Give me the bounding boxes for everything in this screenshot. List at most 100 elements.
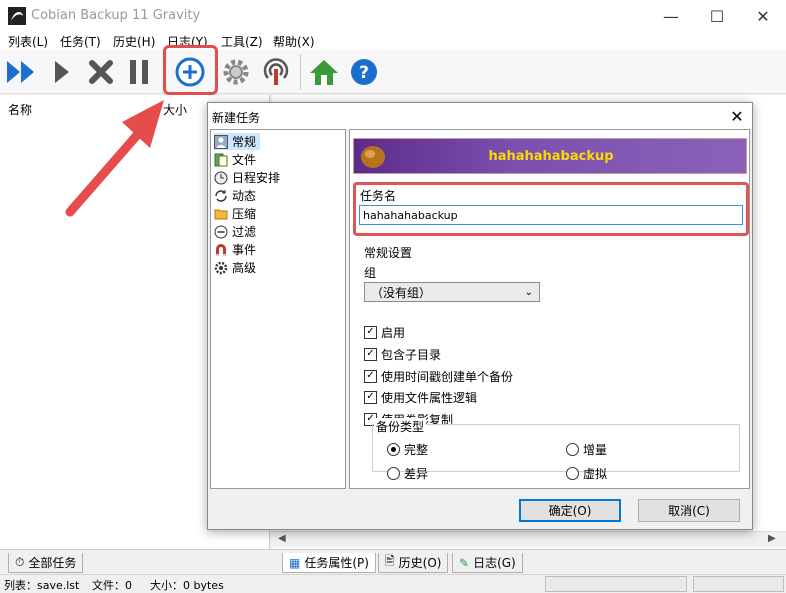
- banner-title: hahahahabackup: [488, 149, 614, 164]
- task-name-input[interactable]: [359, 205, 743, 225]
- nav-item-general[interactable]: 常规: [214, 133, 261, 150]
- nav-label-events: 事件: [232, 243, 257, 257]
- nav-label-schedule: 日程安排: [232, 171, 281, 185]
- status-size: 大小：0 bytes: [150, 579, 224, 592]
- general-settings-group: 常规设置 组 （没有组） ⌄ ✓ 启用 ✓ 包含子目录 ✓ 使用时间戳创建单个备…: [358, 244, 746, 484]
- dialog-nav: 常规 文件 日程安排 动态 压缩 过滤 事件 高级: [210, 129, 346, 489]
- new-task-dialog: 新建任务 ✕ 常规 文件 日程安排 动态 压缩 过滤 事件 高级 hahahah…: [207, 102, 753, 530]
- horizontal-scrollbar[interactable]: ◀ ▶: [272, 531, 786, 547]
- tab-log[interactable]: ✎ 日志(G): [452, 553, 523, 573]
- checkbox-timestamp[interactable]: ✓ 使用时间戳创建单个备份: [364, 368, 513, 384]
- checkbox-include-subdirs[interactable]: ✓ 包含子目录: [364, 346, 441, 362]
- checkbox-file-attributes[interactable]: ✓ 使用文件属性逻辑: [364, 389, 477, 405]
- nav-item-files[interactable]: 文件: [214, 151, 260, 168]
- properties-icon: ▦: [289, 555, 301, 570]
- dialog-title: 新建任务: [212, 111, 261, 125]
- group-select[interactable]: （没有组） ⌄: [364, 282, 540, 302]
- tab-task-properties[interactable]: ▦ 任务属性(P): [282, 553, 376, 573]
- backup-type-label: 备份类型: [374, 418, 427, 435]
- gear-icon: [223, 59, 249, 85]
- radio-full[interactable]: 完整: [387, 441, 428, 457]
- svg-text:?: ?: [359, 63, 369, 83]
- radio-dot[interactable]: [387, 442, 400, 456]
- radio-differential[interactable]: 差异: [387, 465, 428, 481]
- radio-label: 虚拟: [583, 466, 608, 481]
- group-select-value: （没有组）: [371, 285, 432, 300]
- clock-icon: ⏱: [15, 555, 25, 569]
- scroll-left-icon[interactable]: ◀: [278, 533, 286, 544]
- checkbox-box[interactable]: ✓: [364, 325, 377, 339]
- tab-history[interactable]: 🖹 历史(O): [378, 553, 449, 573]
- maximize-icon[interactable]: ☐: [694, 0, 740, 32]
- close-window-icon[interactable]: ✕: [740, 0, 786, 32]
- task-banner: hahahahabackup: [353, 138, 747, 174]
- menu-history[interactable]: 历史(H): [113, 33, 155, 50]
- folder-icon: [214, 207, 228, 221]
- antenna-icon: [263, 58, 289, 85]
- tab-history-label: 历史(O): [398, 556, 442, 570]
- checkbox-label: 包含子目录: [381, 347, 442, 362]
- user-icon: [214, 134, 228, 149]
- column-name-header[interactable]: 名称: [8, 101, 32, 118]
- files-icon: [214, 153, 228, 167]
- general-panel: hahahahabackup 任务名 常规设置 组 （没有组） ⌄ ✓ 启用 ✓…: [349, 129, 750, 489]
- menu-tools[interactable]: 工具(Z): [221, 33, 263, 50]
- checkbox-box[interactable]: ✓: [364, 347, 377, 361]
- nav-item-filter[interactable]: 过滤: [214, 223, 260, 240]
- tab-all-tasks[interactable]: ⏱ 全部任务: [8, 553, 84, 573]
- radio-dot[interactable]: [387, 466, 400, 480]
- settings-button[interactable]: [219, 55, 253, 89]
- general-settings-label: 常规设置: [364, 246, 413, 260]
- menu-help[interactable]: 帮助(X): [273, 33, 315, 50]
- nav-item-dynamic[interactable]: 动态: [214, 187, 260, 204]
- cancel-button[interactable]: 取消(C): [638, 499, 740, 522]
- radio-label: 增量: [583, 442, 608, 457]
- home-button[interactable]: [307, 55, 341, 89]
- minimize-icon[interactable]: —: [648, 0, 694, 32]
- radio-dummy[interactable]: 虚拟: [566, 465, 607, 481]
- radio-label: 差异: [404, 466, 429, 481]
- nav-item-compress[interactable]: 压缩: [214, 205, 260, 222]
- window-title: Cobian Backup 11 Gravity: [31, 8, 201, 23]
- refresh-icon: [214, 189, 228, 203]
- radio-label: 完整: [404, 442, 429, 457]
- chevron-down-icon: ⌄: [524, 286, 533, 298]
- ok-button[interactable]: 确定(O): [519, 499, 621, 522]
- dialog-title-bar: 新建任务 ✕: [208, 103, 752, 129]
- radio-dot[interactable]: [566, 466, 579, 480]
- nav-label-advanced: 高级: [232, 261, 257, 275]
- nav-item-advanced[interactable]: 高级: [214, 259, 260, 276]
- checkbox-label: 使用时间戳创建单个备份: [381, 369, 514, 384]
- group-label: 组: [364, 266, 377, 280]
- checkbox-box[interactable]: ✓: [364, 390, 377, 404]
- scroll-right-icon[interactable]: ▶: [768, 533, 776, 544]
- checkbox-label: 使用文件属性逻辑: [381, 390, 478, 405]
- menu-list[interactable]: 列表(L): [8, 33, 48, 50]
- tab-all-tasks-label: 全部任务: [28, 556, 77, 570]
- radio-incremental[interactable]: 增量: [566, 441, 607, 457]
- app-logo-icon: [8, 7, 26, 25]
- nav-label-dynamic: 动态: [232, 189, 257, 203]
- checkbox-enabled[interactable]: ✓ 启用: [364, 324, 405, 340]
- menu-task[interactable]: 任务(T): [60, 33, 101, 50]
- checkbox-box[interactable]: ✓: [364, 369, 377, 383]
- task-name-section: 任务名: [353, 182, 749, 236]
- run-all-button[interactable]: [4, 55, 38, 89]
- nav-label-files: 文件: [232, 153, 257, 167]
- nav-label-general: 常规: [232, 135, 257, 149]
- annotation-arrow-icon: [65, 100, 164, 217]
- status-list: 列表：save.lst: [4, 579, 80, 592]
- help-button[interactable]: ?: [347, 55, 381, 89]
- service-button[interactable]: [259, 55, 293, 89]
- title-bar: Cobian Backup 11 Gravity — ☐ ✕: [0, 0, 786, 32]
- status-progress-2: [693, 576, 784, 592]
- status-files: 文件：0: [92, 579, 132, 592]
- nav-item-events[interactable]: 事件: [214, 241, 260, 258]
- checkbox-label: 启用: [381, 325, 406, 340]
- bottom-tab-bar: ⏱ 全部任务 ▦ 任务属性(P) 🖹 历史(O) ✎ 日志(G): [0, 549, 786, 574]
- dialog-close-icon[interactable]: ✕: [724, 105, 750, 127]
- menu-bar: 列表(L) 任务(T) 历史(H) 日志(Y) 工具(Z) 帮助(X): [0, 32, 786, 50]
- radio-dot[interactable]: [566, 442, 579, 456]
- nav-item-schedule[interactable]: 日程安排: [214, 169, 284, 186]
- toolbar-separator: [300, 54, 301, 90]
